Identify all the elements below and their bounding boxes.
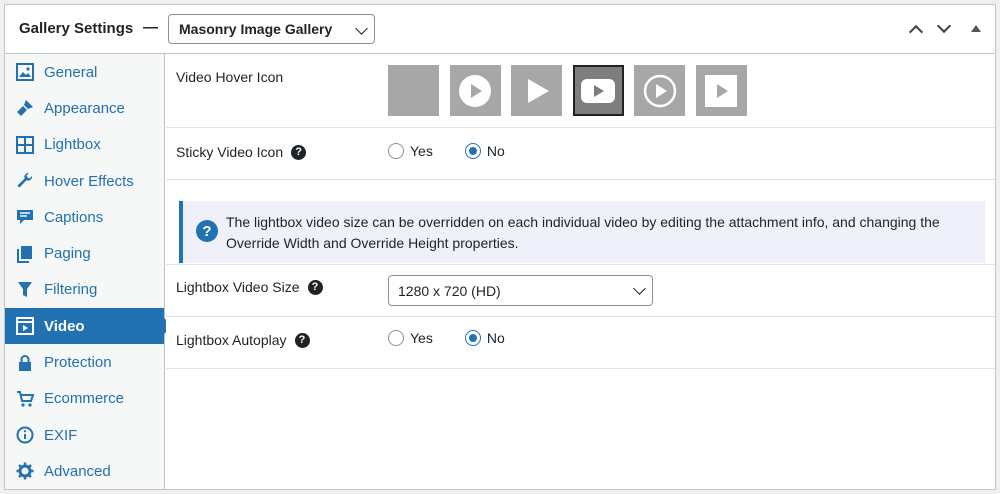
chevron-down-icon bbox=[355, 22, 368, 35]
sidebar-item-label: Ecommerce bbox=[44, 390, 125, 408]
move-down-button[interactable] bbox=[936, 18, 952, 34]
info-icon bbox=[15, 425, 35, 445]
video-hover-icon-options bbox=[388, 65, 747, 116]
sidebar-item-protection[interactable]: Protection bbox=[5, 344, 164, 380]
title-separator: — bbox=[143, 19, 158, 36]
sticky-video-icon-label: Sticky Video Icon bbox=[176, 144, 284, 160]
sidebar-item-label: Captions bbox=[44, 208, 104, 226]
collapse-toggle-button[interactable] bbox=[971, 25, 981, 32]
autoplay-no-label: No bbox=[486, 330, 505, 346]
move-up-button[interactable] bbox=[908, 24, 924, 40]
sidebar-item-label: Paging bbox=[44, 245, 91, 263]
wrench-icon bbox=[15, 171, 35, 191]
sidebar-item-exif[interactable]: EXIF bbox=[5, 417, 164, 453]
chevron-down-icon bbox=[633, 282, 646, 295]
sticky-video-icon-label-wrap: Sticky Video Icon ? bbox=[176, 144, 307, 160]
sidebar-item-hover-effects[interactable]: Hover Effects bbox=[5, 163, 164, 199]
image-icon bbox=[15, 62, 35, 82]
sidebar-item-label: Lightbox bbox=[44, 136, 101, 154]
sticky-no-label: No bbox=[486, 143, 505, 159]
video-hover-icon-label: Video Hover Icon bbox=[176, 69, 284, 85]
help-icon[interactable]: ? bbox=[307, 279, 323, 295]
settings-sidebar: General Appearance Lightbox Hover Effect… bbox=[5, 54, 173, 489]
lightbox-video-size-value: 1280 x 720 (HD) bbox=[398, 283, 501, 299]
square-play-icon bbox=[705, 74, 737, 107]
comment-icon bbox=[15, 207, 35, 227]
sidebar-item-video[interactable]: Video bbox=[5, 308, 173, 345]
notice-text: The lightbox video size can be overridde… bbox=[226, 214, 940, 251]
sidebar-item-ecommerce[interactable]: Ecommerce bbox=[5, 381, 164, 417]
brush-icon bbox=[15, 98, 35, 118]
autoplay-no-radio[interactable] bbox=[464, 330, 481, 346]
sidebar-item-label: Advanced bbox=[44, 462, 111, 480]
help-icon[interactable]: ? bbox=[291, 144, 307, 160]
hover-icon-option-youtube[interactable] bbox=[572, 65, 624, 116]
sidebar-item-label: Protection bbox=[44, 354, 112, 372]
hover-icon-option-square-play[interactable] bbox=[695, 65, 747, 116]
sticky-yes-radio[interactable] bbox=[388, 143, 404, 159]
lightbox-video-size-label-wrap: Lightbox Video Size ? bbox=[176, 279, 323, 295]
help-icon[interactable]: ? bbox=[294, 332, 310, 348]
cart-icon bbox=[15, 389, 35, 409]
hover-icon-option-circle-play[interactable] bbox=[449, 65, 501, 116]
sidebar-item-appearance[interactable]: Appearance bbox=[5, 90, 164, 126]
sticky-video-icon-row: Sticky Video Icon ? Yes No bbox=[166, 128, 995, 180]
sidebar-item-lightbox[interactable]: Lightbox bbox=[5, 127, 164, 163]
video-icon bbox=[15, 316, 35, 336]
gallery-settings-panel: Gallery Settings — Masonry Image Gallery… bbox=[4, 4, 996, 490]
sidebar-item-captions[interactable]: Captions bbox=[5, 199, 164, 235]
lightbox-autoplay-label-wrap: Lightbox Autoplay ? bbox=[176, 332, 310, 348]
sidebar-item-label: Filtering bbox=[44, 281, 98, 299]
filter-icon bbox=[15, 280, 35, 300]
question-icon: ? bbox=[196, 220, 218, 242]
hover-icon-option-play[interactable] bbox=[511, 65, 562, 116]
autoplay-yes-radio[interactable] bbox=[388, 330, 404, 346]
sticky-no-radio[interactable] bbox=[464, 143, 481, 159]
sidebar-item-label: Appearance bbox=[44, 99, 125, 117]
sidebar-item-filtering[interactable]: Filtering bbox=[5, 272, 164, 308]
gallery-template-select[interactable]: Masonry Image Gallery bbox=[168, 14, 375, 44]
video-settings-content: Video Hover Icon Sticky Video Icon ? Yes… bbox=[166, 54, 995, 489]
sidebar-item-label: Video bbox=[44, 317, 85, 335]
lightbox-video-size-select[interactable]: 1280 x 720 (HD) bbox=[388, 275, 653, 306]
circle-outline-play-icon bbox=[643, 74, 676, 107]
sticky-video-icon-radios: Yes No bbox=[388, 143, 537, 159]
hover-icon-option-none[interactable] bbox=[388, 65, 439, 116]
lightbox-autoplay-radios: Yes No bbox=[388, 330, 537, 346]
video-hover-icon-row: Video Hover Icon bbox=[166, 54, 995, 128]
sidebar-item-label: Hover Effects bbox=[44, 172, 134, 190]
pages-icon bbox=[15, 244, 35, 264]
circle-play-icon bbox=[459, 74, 491, 107]
gallery-template-value: Masonry Image Gallery bbox=[179, 21, 333, 37]
panel-title: Gallery Settings bbox=[19, 20, 134, 37]
autoplay-yes-label: Yes bbox=[410, 330, 433, 346]
sidebar-item-advanced[interactable]: Advanced bbox=[5, 453, 164, 489]
gear-icon bbox=[15, 461, 35, 481]
lock-icon bbox=[15, 353, 35, 373]
youtube-icon bbox=[581, 78, 615, 103]
sidebar-item-paging[interactable]: Paging bbox=[5, 235, 164, 271]
sidebar-item-general[interactable]: General bbox=[5, 54, 164, 90]
panel-header: Gallery Settings — Masonry Image Gallery bbox=[5, 5, 995, 54]
lightbox-autoplay-row: Lightbox Autoplay ? Yes No bbox=[166, 317, 995, 369]
lightbox-autoplay-label: Lightbox Autoplay bbox=[176, 332, 287, 348]
grid-icon bbox=[15, 135, 35, 155]
lightbox-video-size-label: Lightbox Video Size bbox=[176, 279, 300, 295]
play-icon bbox=[527, 78, 549, 103]
hover-icon-option-circle-outline-play[interactable] bbox=[634, 65, 685, 116]
lightbox-size-notice: ? The lightbox video size can be overrid… bbox=[179, 201, 985, 263]
sidebar-item-label: General bbox=[44, 63, 98, 81]
sticky-yes-label: Yes bbox=[410, 143, 433, 159]
sidebar-item-label: EXIF bbox=[44, 426, 78, 444]
